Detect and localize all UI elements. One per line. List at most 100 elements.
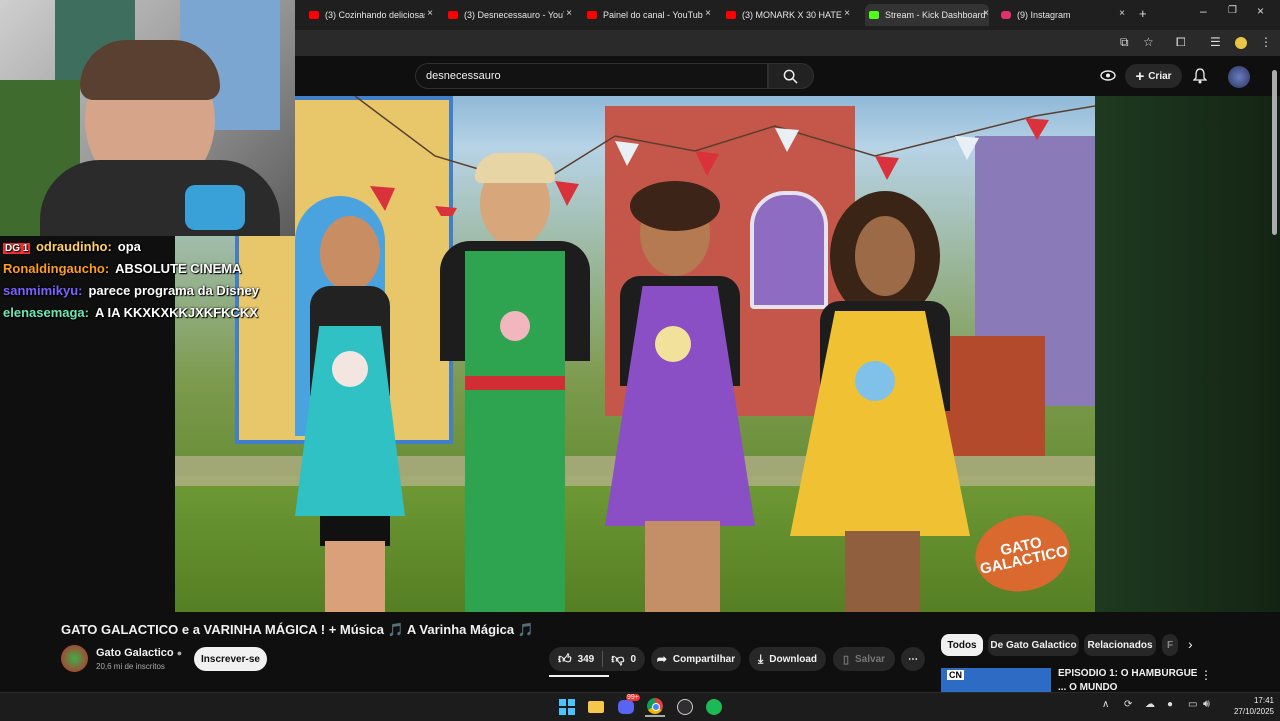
close-tab-icon[interactable]: × [427,8,433,19]
spotify-icon[interactable] [704,697,724,717]
video-info-section: GATO GALACTICO e a VARINHA MÁGICA ! + Mú… [0,612,1280,692]
windows-taskbar: 99+ ∧ ⟳ ☁ ● ▭ 🔊︎ 17:41 27/10/2025 [0,692,1280,721]
browser-tab[interactable]: (3) MONARK X 30 HATERS × [726,4,850,26]
video-player[interactable]: GATO GALACTICO [175,96,1095,612]
tab-label: Stream - Kick Dashboard [885,10,985,20]
chat-badge: DG 1 [3,243,31,254]
save-label: Salvar [855,653,886,665]
browser-tab[interactable]: Painel do canal - YouTube × [587,4,711,26]
youtube-favicon-icon [587,11,597,19]
close-tab-icon[interactable]: × [566,8,572,19]
tab-label: (9) Instagram [1017,10,1071,20]
scrollbar-thumb[interactable] [1272,70,1277,235]
browser-toolbar: ⧉ ☆ ⧠ ☰ ⋮ [295,30,1280,56]
clock[interactable]: 17:41 27/10/2025 [1222,695,1274,717]
channel-name[interactable]: Gato Galactico [96,647,174,659]
search-input[interactable]: desnecessauro [426,70,501,82]
toy-object [185,185,245,230]
thumbs-down-icon[interactable]: 👎︎ [611,651,624,667]
eye-icon[interactable] [1100,70,1116,81]
close-tab-icon[interactable]: × [844,8,850,19]
chip-all[interactable]: Todos [941,634,983,656]
tray-cloud-icon[interactable]: ☁ [1145,699,1155,710]
tray-chevron-icon[interactable]: ∧ [1102,699,1109,710]
chat-message: Ronaldingaucho: ABSOLUTE CINEMA [3,261,242,276]
bookmark-icon: ▯ [842,653,850,666]
start-icon[interactable] [557,697,577,717]
channel-avatar[interactable] [61,645,88,672]
new-tab-button[interactable]: + [1139,6,1147,21]
thumbs-up-icon[interactable]: 👍︎ [558,651,572,667]
dislike-count[interactable]: 0 [630,654,636,665]
channel-name-row[interactable]: Gato Galactico ● [96,647,182,659]
file-explorer-icon[interactable] [586,697,606,717]
discord-icon[interactable]: 99+ [616,694,640,717]
like-progress-bar [549,675,609,677]
volume-icon[interactable]: 🔊︎ [1203,698,1210,711]
stream-chat-overlay: DG 1 odraudinho: opa Ronaldingaucho: ABSOL… [0,236,295,326]
chat-text: ABSOLUTE CINEMA [115,261,242,276]
youtube-favicon-icon [309,11,319,19]
close-tab-icon[interactable]: × [705,8,711,19]
streamer-hair [80,40,220,100]
chat-text: opa [117,239,141,254]
tray-sync-icon[interactable]: ⟳ [1124,699,1132,710]
close-tab-icon[interactable]: × [983,8,989,19]
chip-from-channel[interactable]: De Gato Galactico [988,634,1079,656]
subscribe-button[interactable]: Inscrever-se [194,647,267,671]
person-green-overalls [430,153,600,612]
bookmark-star-icon[interactable]: ☆ [1143,35,1154,49]
recommended-thumbnail[interactable]: CN [941,668,1051,692]
video-title: GATO GALACTICO e a VARINHA MÁGICA ! + Mú… [61,622,534,637]
search-box[interactable]: desnecessauro ✕ [415,63,803,89]
secondary-panel [1095,96,1280,612]
recommended-title-line2[interactable]: ... O MUNDO [1058,682,1117,692]
browser-tab[interactable]: (9) Instagram × [1001,4,1125,26]
share-label: Compartilhar [672,653,736,665]
subscriber-count: 20,6 mi de inscritos [96,662,165,671]
profile-avatar[interactable] [1235,37,1247,49]
browser-tab[interactable]: (3) Cozinhando deliciosas × [309,4,433,26]
chip-related[interactable]: Relacionados [1084,634,1156,656]
create-button[interactable]: + Criar [1125,64,1182,88]
cast-icon[interactable]: ⧉ [1120,35,1129,50]
obs-icon[interactable] [675,697,695,717]
display-icon[interactable]: ▭ [1188,699,1197,710]
extensions-icon[interactable]: ⧠ [1176,35,1186,50]
browser-tab[interactable]: (3) Desnecessauro - YouTube × [448,4,572,26]
save-button[interactable]: ▯ Salvar [833,647,895,671]
instagram-favicon-icon [1001,11,1011,19]
cartoon-network-logo: CN [947,670,964,680]
menu-kebab-icon[interactable]: ⋮ [1260,35,1272,49]
search-button[interactable] [768,63,814,89]
browser-tab-bar: (3) Cozinhando deliciosas × (3) Desneces… [295,0,1280,30]
chrome-icon[interactable] [645,697,665,717]
tab-label: Painel do canal - YouTube [603,10,703,20]
clock-time: 17:41 [1253,696,1274,705]
recommended-title[interactable]: EPISÓDIO 1: O HAMBÚRGUER [1058,668,1198,679]
chat-text: parece programa da Disney [88,283,260,298]
download-button[interactable]: ⤓ Download [749,647,826,671]
close-window-icon[interactable]: × [1257,4,1264,18]
account-avatar[interactable] [1228,66,1250,88]
chat-username: Ronaldingaucho: [3,261,110,276]
streamer-webcam [0,0,295,236]
chat-message: sanmimikyu: parece programa da Disney [3,283,259,298]
chevron-right-icon[interactable]: › [1188,636,1193,652]
more-actions-button[interactable]: ⋯ [901,647,925,671]
microphone-icon[interactable]: ● [1167,699,1173,710]
tab-label: (3) Desnecessauro - YouTube [464,10,564,20]
close-tab-icon[interactable]: × [1119,8,1125,19]
chip-partial[interactable]: F [1162,634,1178,656]
minimize-icon[interactable]: – [1200,4,1207,18]
recommended-menu-icon[interactable]: ⋮ [1200,668,1212,682]
share-button[interactable]: ➦ Compartilhar [651,647,741,671]
browser-tab-active[interactable]: Stream - Kick Dashboard × [865,4,989,26]
bell-icon[interactable] [1193,68,1207,84]
chat-message: DG 1 odraudinho: opa [3,239,141,254]
reading-list-icon[interactable]: ☰ [1210,35,1221,49]
kick-favicon-icon [869,11,879,19]
person-teal-apron [290,216,410,612]
restore-icon[interactable]: ❐ [1228,5,1237,16]
like-count[interactable]: 349 [578,654,595,665]
